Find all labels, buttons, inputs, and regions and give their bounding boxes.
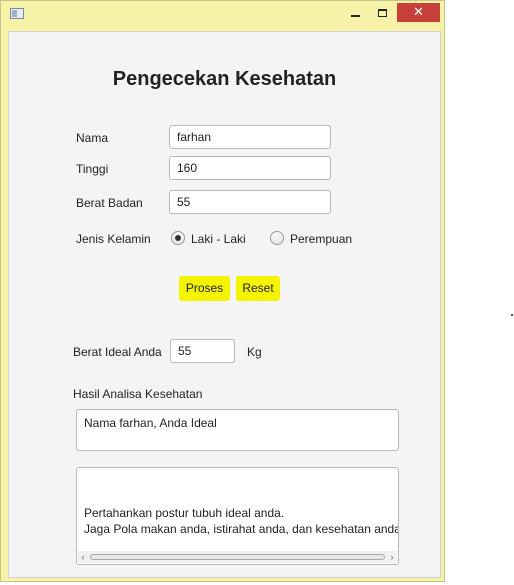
- berat-ideal-field[interactable]: 55: [170, 339, 235, 363]
- minimize-icon: [350, 14, 360, 17]
- reset-button[interactable]: Reset: [236, 276, 280, 301]
- berat-badan-label: Berat Badan: [76, 196, 143, 210]
- scrollbar-thumb[interactable]: [90, 554, 385, 560]
- maximize-icon: [377, 8, 387, 17]
- advice-text: Pertahankan postur tubuh ideal anda. Jag…: [84, 506, 398, 536]
- radio-laki-laki-label[interactable]: Laki - Laki: [191, 232, 246, 246]
- hasil-analisa-label: Hasil Analisa Kesehatan: [73, 387, 203, 401]
- horizontal-scrollbar[interactable]: ‹ ›: [78, 551, 397, 563]
- nama-field[interactable]: farhan: [169, 125, 331, 149]
- radio-laki-laki[interactable]: [171, 231, 185, 245]
- tinggi-field[interactable]: 160: [169, 156, 331, 180]
- advice-textarea[interactable]: Pertahankan postur tubuh ideal anda. Jag…: [76, 467, 399, 565]
- page-title: Pengecekan Kesehatan: [112, 68, 337, 90]
- tinggi-label: Tinggi: [76, 162, 109, 176]
- proses-button[interactable]: Proses: [179, 276, 230, 301]
- radio-perempuan-label[interactable]: Perempuan: [290, 232, 352, 246]
- berat-ideal-label: Berat Ideal Anda: [73, 345, 162, 359]
- form-panel: Pengecekan Kesehatan Nama farhan Tinggi …: [8, 31, 441, 578]
- unit-label: Kg: [247, 345, 262, 359]
- radio-perempuan[interactable]: [270, 231, 284, 245]
- berat-badan-field[interactable]: 55: [169, 190, 331, 214]
- minimize-button[interactable]: [344, 3, 366, 22]
- jenis-kelamin-label: Jenis Kelamin: [76, 232, 151, 246]
- hasil-textarea[interactable]: Nama farhan, Anda Ideal: [76, 409, 399, 451]
- stray-dot: [511, 314, 513, 316]
- nama-label: Nama: [76, 131, 109, 145]
- scroll-left-icon[interactable]: ‹: [78, 551, 88, 563]
- close-icon: ✕: [413, 5, 424, 20]
- app-icon: [10, 8, 24, 19]
- title-bar: ✕: [1, 1, 444, 29]
- scroll-right-icon[interactable]: ›: [387, 551, 397, 563]
- maximize-button[interactable]: [371, 3, 393, 22]
- close-button[interactable]: ✕: [397, 3, 440, 22]
- app-window: ✕ Pengecekan Kesehatan Nama farhan Tingg…: [0, 0, 445, 582]
